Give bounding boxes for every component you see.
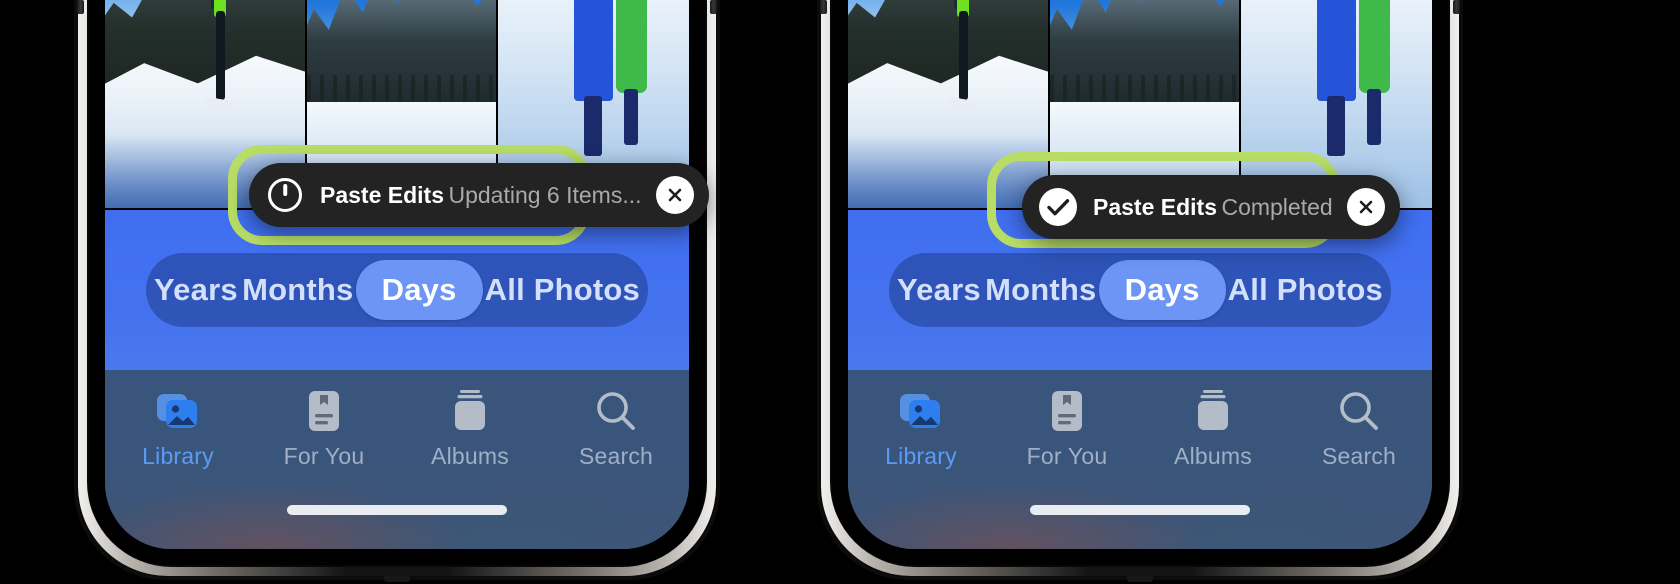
tab-for-you[interactable]: For You: [251, 388, 397, 470]
albums-stack-icon: [447, 388, 493, 434]
albums-stack-icon: [1190, 388, 1236, 434]
phone-bezel: Years Months Days All Photos Library For…: [89, 0, 705, 565]
segmented-control[interactable]: Years Months Days All Photos: [145, 253, 649, 327]
checkmark-icon: [1037, 186, 1079, 228]
segment-years[interactable]: Years: [895, 260, 983, 320]
home-indicator[interactable]: [287, 505, 507, 515]
progress-spinner-icon: [264, 174, 306, 216]
bottom-antenna-notch: [384, 575, 410, 582]
tab-library[interactable]: Library: [105, 388, 251, 470]
tab-albums[interactable]: Albums: [397, 388, 543, 470]
segment-months[interactable]: Months: [240, 260, 356, 320]
volume-button[interactable]: [77, 0, 84, 14]
tab-search-label: Search: [1321, 443, 1397, 469]
tab-library[interactable]: Library: [848, 388, 994, 470]
power-button[interactable]: [1453, 0, 1460, 14]
dynamic-island-notification-left[interactable]: Paste Edits Updating 6 Items...: [249, 163, 709, 227]
screenshot-canvas: Years Months Days All Photos Library For…: [0, 0, 1680, 584]
notification-subtitle: Completed: [1221, 193, 1333, 220]
tab-albums-label: Albums: [1174, 443, 1252, 469]
search-icon: [1336, 388, 1382, 434]
left-phone: Years Months Days All Photos Library For…: [74, 0, 720, 582]
dynamic-island-notification-right[interactable]: Paste Edits Completed: [1022, 175, 1400, 239]
segment-all-photos[interactable]: All Photos: [1226, 260, 1386, 320]
tab-albums[interactable]: Albums: [1140, 388, 1286, 470]
photo-stack-icon: [155, 388, 201, 434]
photo-stack-icon: [898, 388, 944, 434]
tab-search[interactable]: Search: [543, 388, 689, 470]
segment-years[interactable]: Years: [152, 260, 240, 320]
home-indicator[interactable]: [1030, 505, 1250, 515]
memories-card-icon: [301, 388, 347, 434]
tab-albums-label: Albums: [431, 443, 509, 469]
tab-library-label: Library: [885, 443, 957, 469]
segmented-control[interactable]: Years Months Days All Photos: [888, 253, 1392, 327]
tab-for-you-label: For You: [283, 443, 365, 469]
tab-bar: Library For You Albums Search: [105, 370, 689, 549]
search-icon: [593, 388, 639, 434]
tab-library-label: Library: [142, 443, 214, 469]
segment-days[interactable]: Days: [355, 260, 483, 320]
tab-search-label: Search: [578, 443, 654, 469]
power-button[interactable]: [710, 0, 717, 14]
tab-for-you[interactable]: For You: [994, 388, 1140, 470]
right-phone: Years Months Days All Photos Library For…: [817, 0, 1463, 582]
segment-days[interactable]: Days: [1098, 260, 1226, 320]
notification-title: Paste Edits: [1093, 193, 1217, 220]
close-x-icon[interactable]: [1346, 188, 1385, 226]
phone-frame: Years Months Days All Photos Library For…: [74, 0, 720, 582]
tab-bar: Library For You Albums Search: [848, 370, 1432, 549]
notification-subtitle: Updating 6 Items...: [448, 181, 642, 208]
tab-search[interactable]: Search: [1286, 388, 1432, 470]
segment-all-photos[interactable]: All Photos: [483, 260, 643, 320]
close-x-icon[interactable]: [655, 176, 694, 214]
volume-button[interactable]: [820, 0, 827, 14]
tab-for-you-label: For You: [1026, 443, 1108, 469]
phone-screen: Years Months Days All Photos Library For…: [105, 0, 689, 549]
segment-months[interactable]: Months: [983, 260, 1099, 320]
phone-screen: Years Months Days All Photos Library For…: [848, 0, 1432, 549]
phone-frame: Years Months Days All Photos Library For…: [817, 0, 1463, 582]
notification-title: Paste Edits: [320, 181, 444, 208]
memories-card-icon: [1044, 388, 1090, 434]
phone-bezel: Years Months Days All Photos Library For…: [832, 0, 1448, 565]
bottom-antenna-notch: [1127, 575, 1153, 582]
